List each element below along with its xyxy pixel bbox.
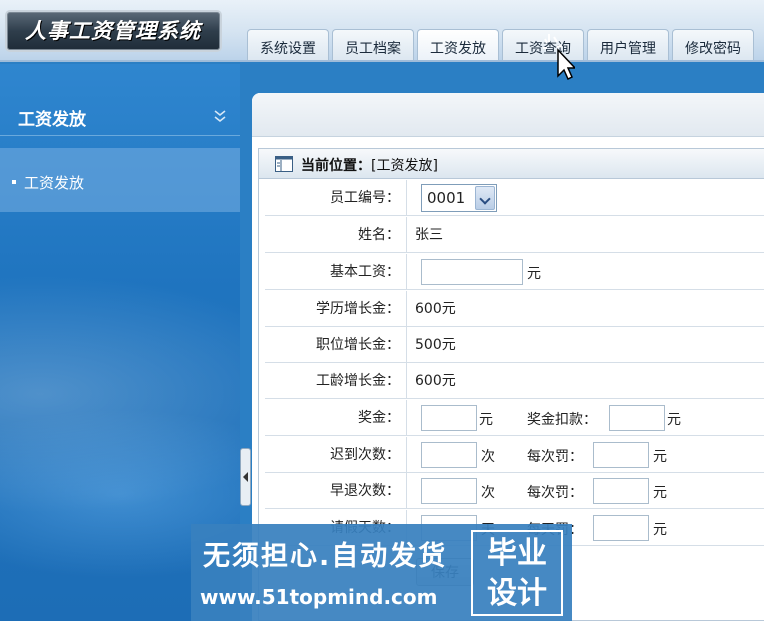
early-leave-penalty-input[interactable]: [593, 478, 649, 504]
late-penalty-label: 每次罚：: [527, 449, 583, 465]
nav-tab-salary-payment[interactable]: 工资发放: [417, 29, 499, 60]
late-penalty-input[interactable]: [593, 442, 649, 468]
form-row-late: 迟到次数： 次 每次罚： 元: [265, 437, 764, 473]
late-count-label: 迟到次数：: [265, 437, 407, 473]
early-leave-penalty-unit: 元: [653, 485, 667, 501]
watermark-logo-box: 毕业 设计: [471, 530, 563, 616]
top-nav: 系统设置 员工档案 工资发放 工资查询 用户管理 修改密码: [247, 29, 757, 60]
bonus-label: 奖金：: [265, 400, 407, 436]
early-leave-label: 早退次数：: [265, 473, 407, 509]
leave-penalty-input[interactable]: [593, 515, 649, 541]
window-icon: [275, 156, 293, 172]
bonus-deduction-label: 奖金扣款：: [527, 412, 597, 428]
watermark-banner: 无须担心.自动发货 www.51topmind.com 毕业 设计: [191, 524, 572, 621]
early-leave-input[interactable]: [421, 478, 477, 504]
late-count-unit: 次: [481, 449, 495, 465]
form-row-base-salary: 基本工资： 元: [265, 254, 764, 290]
watermark-box-line1: 毕业: [487, 536, 547, 571]
base-salary-unit: 元: [527, 266, 541, 282]
leave-penalty-unit: 元: [653, 522, 667, 538]
watermark-slogan: 无须担心.自动发货: [203, 541, 448, 572]
sidebar-header[interactable]: 工资发放: [0, 88, 240, 136]
position-bonus-value: 500元: [415, 337, 456, 353]
sidebar-item-salary-payment[interactable]: 工资发放: [12, 172, 84, 193]
form-row-position-bonus: 职位增长金： 500元: [265, 327, 764, 363]
late-count-input[interactable]: [421, 442, 477, 468]
form-row-bonus: 奖金： 元 奖金扣款： 元: [265, 400, 764, 436]
name-label: 姓名：: [265, 217, 407, 253]
nav-tab-system-settings[interactable]: 系统设置: [247, 29, 329, 60]
base-salary-input[interactable]: [421, 259, 523, 285]
seniority-bonus-label: 工龄增长金：: [265, 363, 407, 399]
breadcrumb-location: [工资发放]: [371, 158, 438, 174]
early-leave-unit: 次: [481, 485, 495, 501]
double-chevron-down-icon[interactable]: [212, 108, 228, 124]
late-penalty-unit: 元: [653, 449, 667, 465]
nav-tab-employee-records[interactable]: 员工档案: [332, 29, 414, 60]
main-toolbar: [252, 93, 764, 137]
nav-tab-change-password[interactable]: 修改密码: [672, 29, 754, 60]
watermark-box-line2: 设计: [487, 576, 547, 611]
app-header: 人事工资管理系统 系统设置 员工档案 工资发放 工资查询 用户管理 修改密码: [0, 0, 764, 62]
employee-id-select[interactable]: 0001: [421, 184, 497, 212]
nav-tab-user-management[interactable]: 用户管理: [587, 29, 669, 60]
employee-id-label: 员工编号：: [265, 180, 407, 216]
sidebar-item-label: 工资发放: [24, 174, 85, 192]
nav-tab-salary-query[interactable]: 工资查询: [502, 29, 584, 60]
early-leave-penalty-label: 每次罚：: [527, 485, 583, 501]
dropdown-arrow-icon[interactable]: [475, 186, 495, 210]
sidebar-title: 工资发放: [18, 110, 86, 130]
education-bonus-value: 600元: [415, 301, 456, 317]
name-value: 张三: [415, 227, 443, 243]
form-row-seniority-bonus: 工龄增长金： 600元: [265, 363, 764, 399]
seniority-bonus-value: 600元: [415, 373, 456, 389]
bonus-deduction-unit: 元: [667, 412, 681, 428]
form-row-employee-id: 员工编号： 0001: [265, 180, 764, 216]
position-bonus-label: 职位增长金：: [265, 327, 407, 363]
breadcrumb-prefix: 当前位置：: [301, 158, 371, 174]
bonus-deduction-input[interactable]: [609, 405, 665, 431]
form-row-early-leave: 早退次数： 次 每次罚： 元: [265, 473, 764, 509]
sidebar-menu: 工资发放: [0, 148, 240, 212]
form-row-name: 姓名： 张三: [265, 217, 764, 253]
bullet-icon: [12, 180, 16, 184]
education-bonus-label: 学历增长金：: [265, 291, 407, 327]
breadcrumb: 当前位置：[工资发放]: [259, 149, 764, 179]
bonus-input[interactable]: [421, 405, 477, 431]
watermark-url: www.51topmind.com: [200, 585, 438, 609]
sidebar-collapse-handle[interactable]: [240, 448, 251, 506]
base-salary-label: 基本工资：: [265, 254, 407, 290]
employee-id-selected: 0001: [427, 189, 466, 207]
bonus-unit: 元: [479, 412, 493, 428]
app-logo: 人事工资管理系统: [5, 10, 222, 52]
form-row-education-bonus: 学历增长金： 600元: [265, 291, 764, 327]
